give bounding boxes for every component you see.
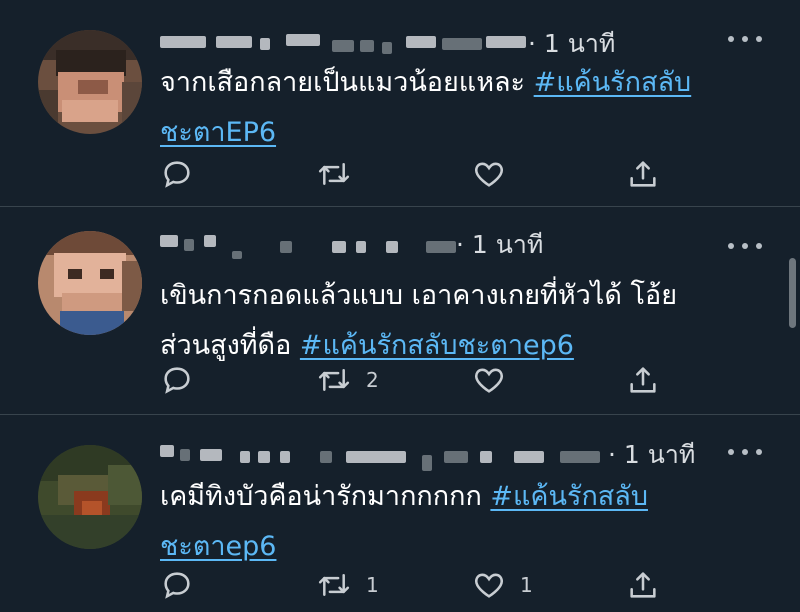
more-icon[interactable]: [728, 33, 762, 45]
tweet-feed: · 1 นาที จากเสือกลายเป็นแมวน้อยแหละ #แค้…: [0, 0, 800, 612]
heart-icon: [475, 573, 503, 598]
avatar[interactable]: [38, 30, 142, 134]
heart-icon: [475, 162, 503, 187]
hashtag-link-continued[interactable]: ชะตาep6: [160, 531, 276, 562]
retweet-button[interactable]: 2: [316, 360, 379, 400]
share-icon: [630, 161, 656, 187]
tweet-3[interactable]: · 1 นาที เคมีทิงบัวคือน่ารักมากกกกก #แค้…: [0, 415, 800, 612]
avatar[interactable]: [38, 445, 142, 549]
tweet-text: เคมีทิงบัวคือน่ารักมากกกกก #แค้นรักสลับ …: [160, 481, 648, 562]
reply-button[interactable]: [160, 360, 208, 400]
hashtag-link[interactable]: #แค้นรักสลับชะตาep6: [300, 330, 574, 361]
retweet-icon: [318, 163, 350, 185]
tweet-timestamp[interactable]: · 1 นาที: [608, 435, 695, 475]
more-icon[interactable]: [728, 240, 762, 252]
tweet-actions: 1 1: [160, 565, 680, 605]
scrollbar-thumb[interactable]: [789, 258, 796, 328]
tweet-text: เขินการกอดแล้วแบบ เอาคางเกยที่หัวได้ โอ้…: [160, 280, 678, 361]
reply-button[interactable]: [160, 154, 208, 194]
like-count: 1: [520, 573, 533, 597]
retweet-icon: [318, 574, 350, 596]
more-icon[interactable]: [728, 446, 762, 458]
like-button[interactable]: [472, 360, 520, 400]
like-button[interactable]: [472, 154, 520, 194]
heart-icon: [475, 368, 503, 393]
retweet-button[interactable]: 1: [316, 565, 379, 605]
reply-icon: [164, 367, 190, 394]
retweet-icon: [318, 369, 350, 391]
share-icon: [630, 367, 656, 393]
tweet-2[interactable]: · 1 นาที เขินการกอดแล้วแบบ เอาคางเกยที่ห…: [0, 207, 800, 414]
tweet-header: · 1 นาที: [160, 24, 720, 60]
share-button[interactable]: [626, 565, 660, 605]
retweet-count: 2: [366, 368, 379, 392]
tweet-text: จากเสือกลายเป็นแมวน้อยแหละ #แค้นรักสลับ …: [160, 67, 692, 148]
tweet-actions: 2: [160, 360, 680, 400]
reply-icon: [164, 572, 190, 599]
share-button[interactable]: [626, 154, 660, 194]
like-button[interactable]: 1: [472, 565, 533, 605]
tweet-actions: [160, 154, 680, 194]
share-button[interactable]: [626, 360, 660, 400]
share-icon: [630, 572, 656, 598]
tweet-timestamp[interactable]: · 1 นาที: [456, 225, 543, 265]
tweet-1[interactable]: · 1 นาที จากเสือกลายเป็นแมวน้อยแหละ #แค้…: [0, 0, 800, 206]
tweet-header: · 1 นาที: [160, 435, 720, 471]
retweet-button[interactable]: [316, 154, 366, 194]
tweet-header: · 1 นาที: [160, 225, 720, 261]
reply-icon: [164, 161, 190, 188]
hashtag-link[interactable]: #แค้นรักสลับ: [534, 67, 692, 98]
reply-button[interactable]: [160, 565, 208, 605]
retweet-count: 1: [366, 573, 379, 597]
hashtag-link-continued[interactable]: ชะตาEP6: [160, 117, 276, 148]
hashtag-link[interactable]: #แค้นรักสลับ: [490, 481, 648, 512]
avatar[interactable]: [38, 231, 142, 335]
